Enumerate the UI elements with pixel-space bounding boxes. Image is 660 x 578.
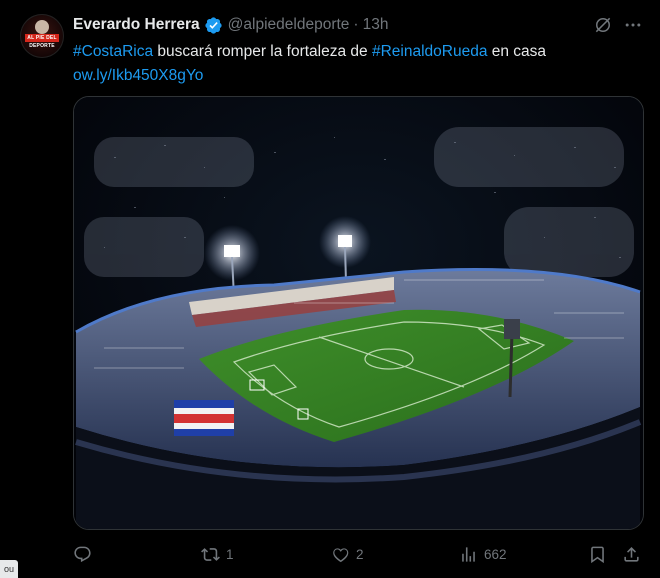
retweet-icon <box>201 547 220 561</box>
avatar-figure <box>35 20 49 34</box>
author-avatar[interactable]: AL PIE DEL DEPORTE <box>20 14 64 58</box>
tweet-link[interactable]: ow.ly/Ikb450X8gYo <box>73 67 203 84</box>
views-button[interactable]: 662 <box>459 542 507 566</box>
tweet-text-tail: en casa <box>487 43 547 60</box>
reply-icon <box>74 546 91 562</box>
bookmark-icon <box>591 546 604 563</box>
author-name[interactable]: Everardo Herrera <box>73 16 200 34</box>
tweet-card[interactable]: AL PIE DEL DEPORTE Everardo Herrera @alp… <box>0 0 660 578</box>
retweet-count: 1 <box>226 546 234 562</box>
views-count: 662 <box>484 546 507 562</box>
share-icon <box>624 546 639 562</box>
reply-button[interactable] <box>73 542 98 566</box>
avatar-logo-text: AL PIE DEL DEPORTE <box>25 34 59 49</box>
costa-rica-flag <box>174 400 234 436</box>
tweet-text: #CostaRica buscará romper la fortaleza d… <box>73 40 633 88</box>
analytics-icon <box>462 546 475 562</box>
hashtag-costarica[interactable]: #CostaRica <box>73 43 153 60</box>
corner-tab-label[interactable]: ou <box>0 560 18 578</box>
like-button[interactable]: 2 <box>331 542 364 566</box>
header-separator: · <box>353 16 359 33</box>
heart-icon <box>333 547 349 562</box>
tweet-text-middle: buscará romper la fortaleza de <box>153 43 372 60</box>
tweet-media-image[interactable] <box>73 96 644 530</box>
author-handle[interactable]: @alpiedeldeporte <box>228 16 350 34</box>
tweet-timestamp[interactable]: 13h <box>363 16 389 34</box>
hashtag-reinaldorueda[interactable]: #ReinaldoRueda <box>372 43 487 60</box>
share-button[interactable] <box>622 542 641 566</box>
like-count: 2 <box>356 546 364 562</box>
retweet-button[interactable]: 1 <box>201 542 234 566</box>
grok-icon[interactable] <box>593 15 613 35</box>
tweet-actions-bar: 1 2 662 <box>73 542 643 566</box>
more-options-icon[interactable] <box>623 15 643 35</box>
verified-badge-icon[interactable] <box>204 16 223 35</box>
stadium-night-photo <box>74 97 643 529</box>
tweet-header: Everardo Herrera @alpiedeldeporte · 13h <box>73 14 388 36</box>
bookmark-button[interactable] <box>588 542 607 566</box>
